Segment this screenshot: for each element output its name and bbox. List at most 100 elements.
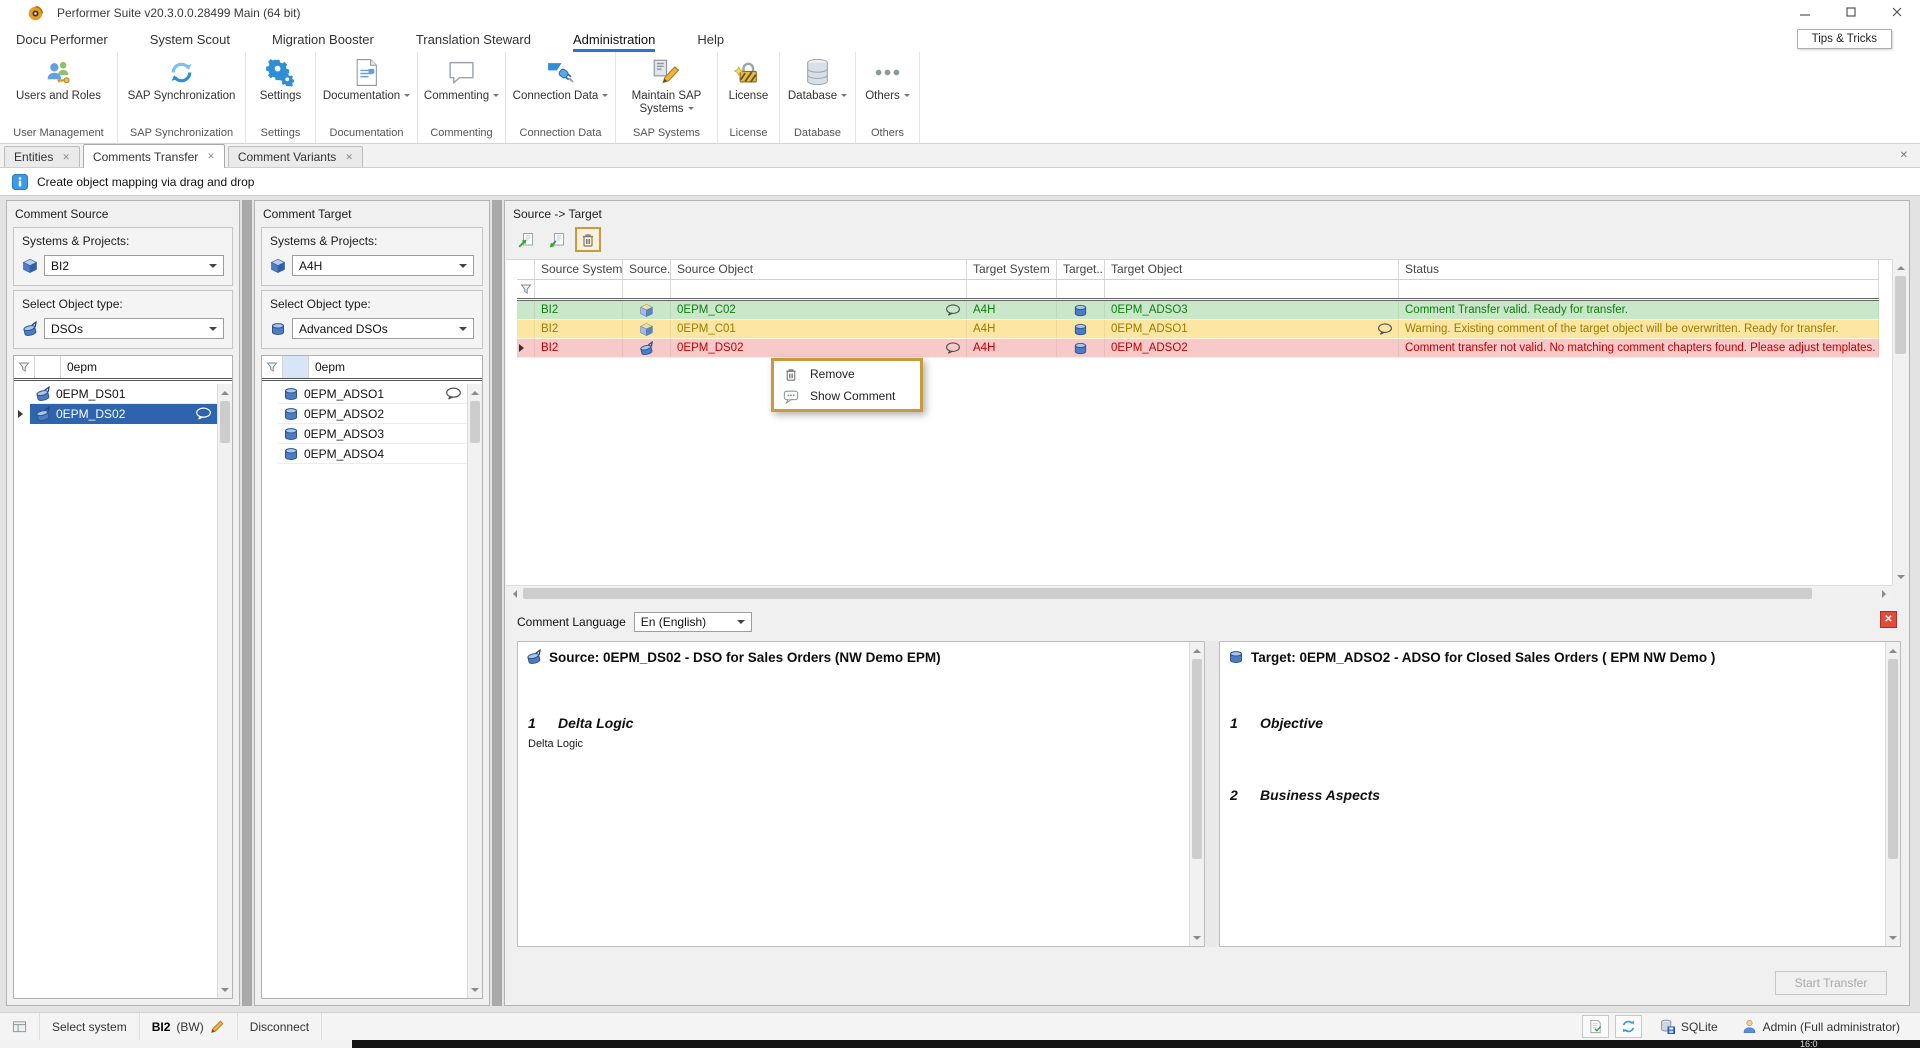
target-system-select[interactable]: A4H bbox=[292, 255, 474, 276]
filter-icon[interactable] bbox=[262, 356, 283, 378]
ribbon-button-documentation[interactable]: Documentation bbox=[316, 52, 417, 126]
scroll-down-icon[interactable] bbox=[1886, 930, 1900, 945]
scroll-right-icon[interactable] bbox=[1876, 586, 1891, 601]
scrollbar-horizontal[interactable] bbox=[506, 585, 1892, 601]
column-header-target-object[interactable]: Target Object bbox=[1105, 259, 1399, 279]
source-object-type-select[interactable]: DSOs bbox=[44, 318, 224, 339]
column-header-target-system[interactable]: Target System bbox=[967, 259, 1057, 279]
tips-tricks-button[interactable]: Tips & Tricks bbox=[1797, 29, 1892, 49]
list-item[interactable]: 0EPM_DS01 bbox=[14, 384, 217, 404]
scroll-up-icon[interactable] bbox=[1190, 643, 1204, 658]
filter-cell[interactable] bbox=[1399, 280, 1879, 298]
filter-cell[interactable] bbox=[671, 280, 967, 298]
ribbon-button-users-and-roles[interactable]: Users and Roles bbox=[0, 52, 117, 126]
scroll-thumb[interactable] bbox=[220, 401, 230, 443]
ribbon-button-database[interactable]: Database bbox=[780, 52, 855, 126]
filter-cell[interactable] bbox=[1057, 280, 1105, 298]
menu-item-system-scout[interactable]: System Scout bbox=[150, 26, 230, 52]
scrollbar[interactable] bbox=[1885, 642, 1900, 946]
context-menu-item-show-comment[interactable]: Show Comment bbox=[774, 385, 920, 407]
disconnect-button[interactable]: Disconnect bbox=[238, 1013, 322, 1040]
minimize-button[interactable] bbox=[1782, 0, 1828, 26]
column-header-target[interactable]: Target... bbox=[1057, 259, 1105, 279]
scroll-down-icon[interactable] bbox=[1190, 930, 1204, 945]
tab-comment-variants[interactable]: Comment Variants bbox=[228, 146, 363, 167]
trash-button[interactable] bbox=[575, 227, 601, 252]
column-header-status[interactable]: Status bbox=[1399, 259, 1879, 279]
splitter[interactable] bbox=[492, 200, 502, 1006]
column-header-source-object[interactable]: Source Object bbox=[671, 259, 967, 279]
menu-item-help[interactable]: Help bbox=[697, 26, 724, 52]
column-header-source-system[interactable]: Source System bbox=[535, 259, 623, 279]
mapping-row[interactable]: BI2 0EPM_C01 A4H 0EPM_ADSO1 Warning. Exi… bbox=[517, 320, 1879, 339]
tab-close-icon[interactable] bbox=[207, 152, 215, 161]
list-item[interactable]: 0EPM_ADSO4 bbox=[262, 444, 467, 464]
filter-cell[interactable] bbox=[1105, 280, 1399, 298]
tab-comments-transfer[interactable]: Comments Transfer bbox=[83, 144, 225, 168]
mapdoc2-button[interactable] bbox=[544, 227, 570, 252]
ribbon-button-settings[interactable]: Settings bbox=[246, 52, 315, 126]
scroll-up-icon[interactable] bbox=[1893, 260, 1908, 275]
app-windows-button[interactable] bbox=[0, 1013, 40, 1040]
filter-input[interactable]: 0epm bbox=[309, 356, 482, 378]
scrollbar[interactable] bbox=[467, 384, 482, 998]
source-system-select[interactable]: BI2 bbox=[44, 255, 224, 276]
ribbon-button-sap-synchronization[interactable]: SAP Synchronization bbox=[118, 52, 245, 126]
scroll-thumb[interactable] bbox=[1888, 659, 1898, 859]
filter-icon[interactable] bbox=[14, 356, 35, 378]
scroll-thumb[interactable] bbox=[470, 401, 480, 443]
filter-cell[interactable] bbox=[623, 280, 671, 298]
scroll-up-icon[interactable] bbox=[218, 385, 232, 400]
start-transfer-button[interactable]: Start Transfer bbox=[1775, 971, 1887, 995]
list-item[interactable]: 0EPM_ADSO3 bbox=[262, 424, 467, 444]
scrollbar[interactable] bbox=[217, 384, 232, 998]
icon-column-header[interactable] bbox=[283, 356, 309, 378]
column-header-source[interactable]: Source... bbox=[623, 259, 671, 279]
ribbon-button-commenting[interactable]: Commenting bbox=[418, 52, 505, 126]
context-menu-item-remove[interactable]: Remove bbox=[774, 363, 920, 385]
splitter[interactable] bbox=[242, 200, 252, 1006]
ribbon-button-others[interactable]: Others bbox=[856, 52, 919, 126]
ribbon-button-license[interactable]: License bbox=[718, 52, 779, 126]
mapping-row[interactable]: BI2 0EPM_DS02 A4H 0EPM_ADSO2 Comment tra… bbox=[517, 339, 1879, 358]
expand-icon[interactable] bbox=[519, 344, 528, 352]
scroll-down-icon[interactable] bbox=[468, 982, 482, 997]
ribbon-button-connection-data[interactable]: Connection Data bbox=[506, 52, 615, 126]
scrollbar[interactable] bbox=[1892, 259, 1908, 585]
icon-column-header[interactable] bbox=[35, 356, 61, 378]
filter-cell[interactable] bbox=[967, 280, 1057, 298]
filter-cell[interactable] bbox=[535, 280, 623, 298]
close-button[interactable] bbox=[1874, 0, 1920, 26]
refresh-button[interactable] bbox=[1615, 1015, 1642, 1038]
scroll-down-icon[interactable] bbox=[218, 982, 232, 997]
list-item[interactable]: 0EPM_ADSO2 bbox=[262, 404, 467, 424]
select-system-button[interactable]: Select system bbox=[40, 1013, 140, 1040]
scrollbar[interactable] bbox=[1189, 642, 1204, 946]
menu-item-translation-steward[interactable]: Translation Steward bbox=[416, 26, 531, 52]
comment-language-select[interactable]: En (English) bbox=[634, 612, 752, 632]
tab-entities[interactable]: Entities bbox=[4, 146, 80, 167]
scroll-thumb[interactable] bbox=[1895, 276, 1906, 354]
close-preview-button[interactable] bbox=[1880, 611, 1897, 628]
scroll-down-icon[interactable] bbox=[1893, 569, 1908, 584]
target-object-type-select[interactable]: Advanced DSOs bbox=[292, 318, 474, 339]
scroll-up-icon[interactable] bbox=[1886, 643, 1900, 658]
scroll-thumb[interactable] bbox=[1192, 659, 1202, 859]
filter-input[interactable]: 0epm bbox=[61, 356, 232, 378]
mapdoc-button[interactable] bbox=[513, 227, 539, 252]
menu-item-administration[interactable]: Administration bbox=[573, 26, 655, 52]
list-item[interactable]: 0EPM_ADSO1 bbox=[262, 384, 467, 404]
menu-item-migration-booster[interactable]: Migration Booster bbox=[272, 26, 374, 52]
scroll-left-icon[interactable] bbox=[507, 586, 522, 601]
splitter[interactable] bbox=[1205, 641, 1219, 947]
tab-close-icon[interactable] bbox=[62, 153, 70, 162]
mapping-row[interactable]: BI2 0EPM_C02 A4H 0EPM_ADSO3 Comment Tran… bbox=[517, 301, 1879, 320]
report-button[interactable] bbox=[1582, 1015, 1609, 1038]
edit-icon[interactable] bbox=[210, 1019, 225, 1034]
scroll-thumb[interactable] bbox=[523, 588, 1812, 599]
maximize-button[interactable] bbox=[1828, 0, 1874, 26]
ribbon-button-maintain-sap-systems[interactable]: Maintain SAP Systems bbox=[616, 52, 717, 126]
close-view-icon[interactable] bbox=[1900, 150, 1908, 161]
tab-close-icon[interactable] bbox=[345, 153, 353, 162]
scroll-up-icon[interactable] bbox=[468, 385, 482, 400]
